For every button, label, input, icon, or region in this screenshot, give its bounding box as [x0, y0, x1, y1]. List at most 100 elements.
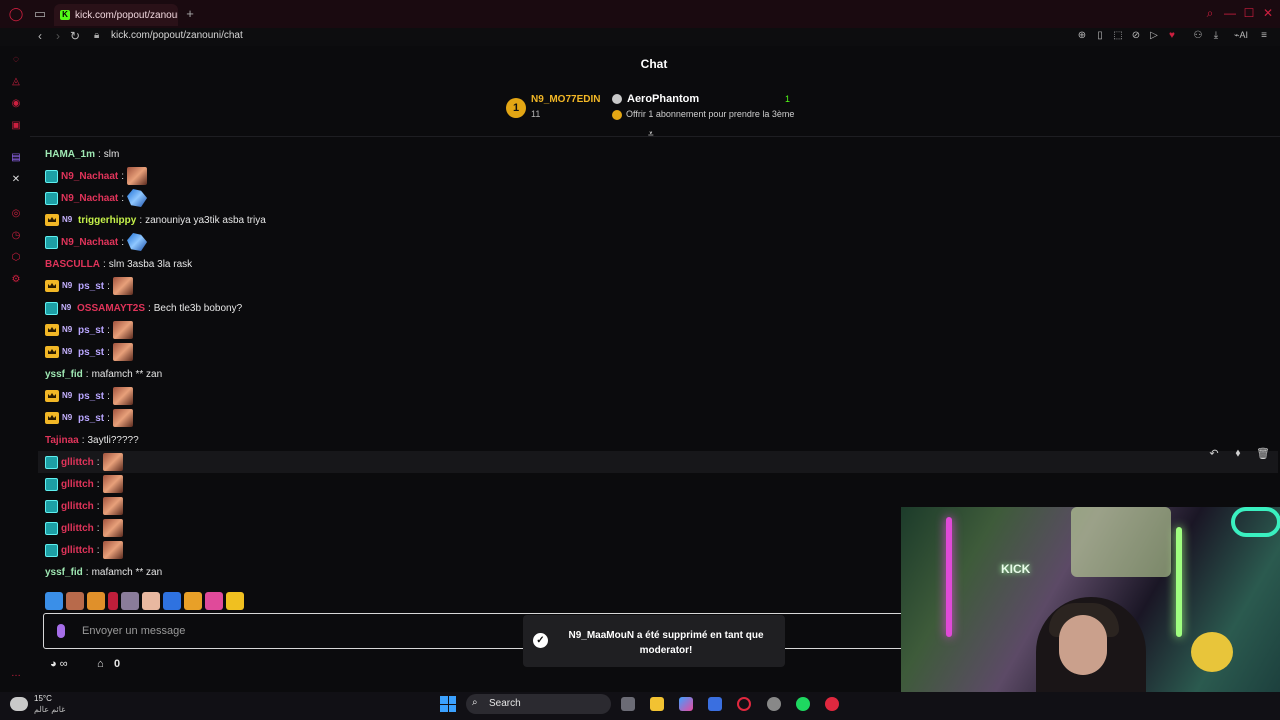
chat-username[interactable]: yssf_fid: [45, 567, 83, 578]
face-emote-icon[interactable]: [102, 453, 123, 471]
sidebar-settings-icon[interactable]: ⚙: [10, 274, 22, 286]
tab-manager-icon[interactable]: ▭: [32, 6, 48, 22]
chat-username[interactable]: Tajinaa: [45, 435, 79, 446]
face-emote-icon[interactable]: [112, 409, 133, 427]
chat-username[interactable]: OSSAMAYT2S: [77, 303, 145, 314]
face-emote-icon[interactable]: [127, 167, 148, 185]
face-emote-icon[interactable]: [112, 343, 133, 361]
minimize-button[interactable]: —: [1222, 6, 1238, 20]
sidebar-messenger-icon[interactable]: ◉: [10, 98, 22, 110]
sidebar-history-icon[interactable]: ◷: [10, 230, 22, 242]
reload-button[interactable]: ↻: [68, 29, 82, 43]
chat-username[interactable]: N9_Nachaat: [61, 237, 118, 248]
emote-face-icon[interactable]: [66, 592, 84, 610]
file-explorer-icon[interactable]: [650, 697, 664, 711]
face-emote-icon[interactable]: [102, 497, 123, 515]
task-view-icon[interactable]: [621, 697, 635, 711]
face-emote-icon[interactable]: [102, 541, 123, 559]
emote-n9-pink-icon[interactable]: [205, 592, 223, 610]
search-tabs-icon[interactable]: ⌕: [1202, 6, 1218, 21]
taskbar-search[interactable]: [466, 694, 611, 714]
emote-butterfly-icon[interactable]: [45, 592, 63, 610]
chat-username[interactable]: ps_st: [78, 281, 104, 292]
ai-button[interactable]: ⌁AI: [1230, 30, 1252, 41]
spotify-icon[interactable]: [796, 697, 810, 711]
sidebar-player-icon[interactable]: ◎: [10, 208, 22, 220]
emote-person-icon[interactable]: [121, 592, 139, 610]
face-emote-icon[interactable]: [112, 387, 133, 405]
adblock-icon[interactable]: ⊘: [1129, 30, 1143, 41]
chat-username[interactable]: gllittch: [61, 479, 94, 490]
menu-icon[interactable]: ≡: [1257, 30, 1271, 41]
weather-icon[interactable]: [10, 697, 28, 711]
bookmark-icon[interactable]: ▯: [1093, 30, 1107, 41]
username-separator: :: [96, 456, 100, 468]
sidebar-bag-icon[interactable]: ◬: [10, 76, 22, 88]
face-emote-icon[interactable]: [112, 321, 133, 339]
butterfly-emote-icon[interactable]: [127, 189, 148, 207]
sidebar-aria-icon[interactable]: ◌: [10, 54, 22, 66]
steam-icon[interactable]: [767, 697, 781, 711]
kick-points-icon[interactable]: ◕ ∞: [50, 658, 68, 670]
toast-message: N9_MaaMouN a été supprimé en tant que mo…: [568, 630, 764, 656]
browser-tab[interactable]: K kick.com/popout/zanouni/: [54, 4, 178, 26]
store-app-icon[interactable]: [708, 697, 722, 711]
emote-n9-gold-icon[interactable]: [184, 592, 202, 610]
profile-icon[interactable]: ⚇: [1191, 30, 1205, 41]
copilot-icon[interactable]: [679, 697, 693, 711]
new-tab-button[interactable]: +: [182, 6, 198, 22]
sidebar-app-icon[interactable]: ▣: [10, 120, 22, 132]
forward-button[interactable]: ›: [51, 29, 65, 43]
sidebar-extensions-icon[interactable]: ⬡: [10, 252, 22, 264]
pin-icon[interactable]: ⬧: [1230, 447, 1246, 460]
opera-icon[interactable]: [825, 697, 839, 711]
sidebar-more-icon[interactable]: …: [10, 668, 22, 680]
close-window-button[interactable]: ✕: [1260, 6, 1276, 20]
face-emote-icon[interactable]: [102, 519, 123, 537]
chat-username[interactable]: gllittch: [61, 501, 94, 512]
face-emote-icon[interactable]: [112, 277, 133, 295]
heart-icon[interactable]: ♥: [1165, 30, 1179, 41]
chat-username[interactable]: ps_st: [78, 325, 104, 336]
chat-username[interactable]: gllittch: [61, 545, 94, 556]
download-icon[interactable]: ⤓: [1209, 30, 1223, 41]
leaderboard-first-name[interactable]: N9_MO77EDIN: [531, 94, 600, 105]
chat-username[interactable]: HAMA_1m: [45, 149, 95, 160]
crown-badge-icon: [45, 346, 59, 358]
chat-username[interactable]: ps_st: [78, 391, 104, 402]
store-icon[interactable]: ⌂: [97, 658, 104, 670]
chat-username[interactable]: ps_st: [78, 413, 104, 424]
emote-n9-yellow-icon[interactable]: [226, 592, 244, 610]
zoom-icon[interactable]: ⊕: [1075, 30, 1089, 41]
emote-cat-icon[interactable]: [87, 592, 105, 610]
chat-username[interactable]: yssf_fid: [45, 369, 83, 380]
chat-username[interactable]: gllittch: [61, 523, 94, 534]
emote-hand-icon[interactable]: [142, 592, 160, 610]
chat-username[interactable]: ps_st: [78, 347, 104, 358]
chat-username[interactable]: triggerhippy: [78, 215, 136, 226]
sidebar-twitch-icon[interactable]: ▤: [10, 152, 22, 164]
delete-message-icon[interactable]: 🗑︎: [1255, 447, 1271, 460]
player-icon[interactable]: ▷: [1147, 30, 1161, 41]
reply-icon[interactable]: ↶: [1206, 447, 1222, 460]
maximize-button[interactable]: ☐: [1241, 6, 1257, 20]
sidebar-x-icon[interactable]: ✕: [10, 174, 22, 186]
back-button[interactable]: ‹: [33, 29, 47, 43]
snapshot-icon[interactable]: ⬚: [1111, 30, 1125, 41]
opera-gx-taskbar-icon[interactable]: [737, 697, 751, 711]
weather-temp[interactable]: 15°C: [34, 694, 52, 703]
windows-start-icon[interactable]: [440, 696, 456, 712]
butterfly-emote-icon[interactable]: [127, 233, 148, 251]
url-field[interactable]: kick.com/popout/zanouni/chat: [111, 30, 243, 41]
chat-username[interactable]: BASCULLA: [45, 259, 100, 270]
microphone-icon[interactable]: [57, 624, 65, 638]
face-emote-icon[interactable]: [102, 475, 123, 493]
chat-username[interactable]: gllittch: [61, 457, 94, 468]
opera-logo-icon[interactable]: ◯: [8, 6, 24, 22]
emote-drop-icon[interactable]: [108, 592, 118, 610]
chat-username[interactable]: N9_Nachaat: [61, 193, 118, 204]
leaderboard-second-name[interactable]: AeroPhantom: [627, 93, 699, 105]
chat-username[interactable]: N9_Nachaat: [61, 171, 118, 182]
expand-leaderboard-icon[interactable]: ⩡: [648, 129, 654, 140]
emote-n9-blue-icon[interactable]: [163, 592, 181, 610]
